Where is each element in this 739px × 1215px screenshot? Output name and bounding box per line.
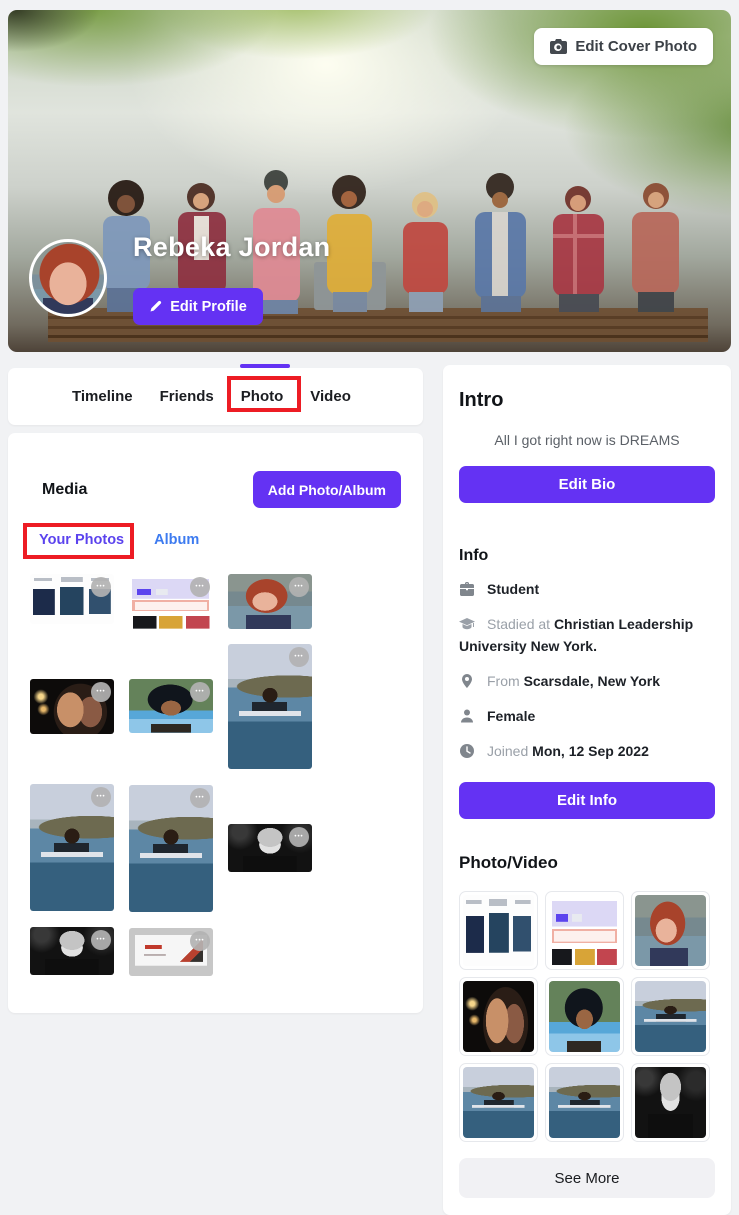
media-photo-afro-woman[interactable]: ••• xyxy=(129,679,213,733)
info-row-education: Stadied at Christian Leadership Universi… xyxy=(459,613,715,657)
profile-name: Rebeka Jordan xyxy=(133,232,330,263)
photo-options-button[interactable]: ••• xyxy=(190,788,210,808)
photo-options-button[interactable]: ••• xyxy=(289,577,309,597)
location-pin-icon xyxy=(459,673,475,689)
graduation-cap-icon xyxy=(459,616,475,632)
info-value: Student xyxy=(487,581,539,597)
avatar[interactable] xyxy=(29,239,107,317)
media-photo-feed-screenshot[interactable]: ••• xyxy=(30,574,114,624)
info-prefix: Stadied at xyxy=(487,616,554,632)
clock-icon xyxy=(459,743,475,759)
photo-options-button[interactable]: ••• xyxy=(190,577,210,597)
cover-photo: Edit Cover Photo Rebeka Jordan Edit Prof… xyxy=(8,10,731,352)
person-icon xyxy=(459,708,475,724)
photo-video-grid xyxy=(459,891,715,1142)
photo-video-thumbnail-candlelight-women[interactable] xyxy=(459,977,538,1056)
info-prefix: From xyxy=(487,673,524,689)
media-section: Media Add Photo/Album Your Photos Album … xyxy=(8,433,423,1013)
info-row-hometown: From Scarsdale, New York xyxy=(459,670,715,692)
media-photo-candlelight-women[interactable]: ••• xyxy=(30,679,114,734)
tab-timeline[interactable]: Timeline xyxy=(72,388,133,405)
info-row-work: Student xyxy=(459,578,715,600)
media-photo-bw-smiling-man[interactable]: ••• xyxy=(228,824,312,872)
filter-tab-your-photos[interactable]: Your Photos xyxy=(39,532,124,548)
surfer-image xyxy=(463,1067,534,1138)
photo-options-button[interactable]: ••• xyxy=(91,930,111,950)
photo-video-thumbnail-afro-woman[interactable] xyxy=(545,977,624,1056)
surfer-image xyxy=(635,981,706,1052)
bio-text: All I got right now is DREAMS xyxy=(459,432,715,448)
surfer-image xyxy=(549,1067,620,1138)
media-photo-surfer[interactable]: ••• xyxy=(129,785,213,912)
tab-friends[interactable]: Friends xyxy=(160,388,214,405)
info-value: Scarsdale, New York xyxy=(524,673,660,689)
tab-video[interactable]: Video xyxy=(310,388,351,405)
info-value: Female xyxy=(487,708,535,724)
bw-smiling-man-image xyxy=(635,1067,706,1138)
info-title: Info xyxy=(459,547,715,565)
info-row-joined: Joined Mon, 12 Sep 2022 xyxy=(459,740,715,762)
media-photo-surfer[interactable]: ••• xyxy=(228,644,312,769)
active-tab-indicator xyxy=(240,364,290,368)
edit-profile-button[interactable]: Edit Profile xyxy=(133,288,263,325)
photo-video-thumbnail-surfer[interactable] xyxy=(631,977,710,1056)
media-photo-grid: ••• ••• ••• ••• ••• ••• ••• ••• ••• ••• ••• xyxy=(30,574,401,976)
see-more-button[interactable]: See More xyxy=(459,1158,715,1198)
edit-bio-button[interactable]: Edit Bio xyxy=(459,466,715,503)
photo-video-thumbnail-bw-smiling-man[interactable] xyxy=(631,1063,710,1142)
photo-video-thumbnail-website-screenshot[interactable] xyxy=(545,891,624,970)
redhead-portrait-image xyxy=(635,895,706,966)
media-photo-bw-smiling-man[interactable]: ••• xyxy=(30,927,114,975)
profile-sidebar: Intro All I got right now is DREAMS Edit… xyxy=(443,365,731,1215)
edit-profile-label: Edit Profile xyxy=(170,299,247,315)
afro-woman-image xyxy=(549,981,620,1052)
candlelight-women-image xyxy=(463,981,534,1052)
photo-options-button[interactable]: ••• xyxy=(91,577,111,597)
filter-tab-album[interactable]: Album xyxy=(154,532,199,548)
pencil-icon xyxy=(149,300,162,313)
edit-info-button[interactable]: Edit Info xyxy=(459,782,715,819)
photo-options-button[interactable]: ••• xyxy=(289,827,309,847)
photo-options-button[interactable]: ••• xyxy=(190,931,210,951)
intro-title: Intro xyxy=(459,389,715,412)
photo-video-thumbnail-surfer[interactable] xyxy=(545,1063,624,1142)
briefcase-icon xyxy=(459,581,475,597)
camera-icon xyxy=(550,39,567,54)
profile-tabs-bar: Timeline Friends Photo Video xyxy=(8,368,423,425)
photo-video-thumbnail-feed-screenshot[interactable] xyxy=(459,891,538,970)
media-photo-website-screenshot[interactable]: ••• xyxy=(129,574,213,629)
photo-video-title: Photo/Video xyxy=(459,853,715,873)
feed-screenshot-image xyxy=(463,895,534,966)
photo-options-button[interactable]: ••• xyxy=(190,682,210,702)
add-photo-album-button[interactable]: Add Photo/Album xyxy=(253,471,401,508)
website-screenshot-image xyxy=(549,895,620,966)
edit-cover-photo-button[interactable]: Edit Cover Photo xyxy=(534,28,713,65)
media-photo-redhead-portrait[interactable]: ••• xyxy=(228,574,312,629)
tab-photo[interactable]: Photo xyxy=(241,388,284,405)
photo-video-thumbnail-surfer[interactable] xyxy=(459,1063,538,1142)
media-photo-marketing-banner[interactable]: ••• xyxy=(129,928,213,976)
edit-cover-photo-label: Edit Cover Photo xyxy=(575,38,697,55)
info-prefix: Joined xyxy=(487,743,532,759)
media-photo-surfer[interactable]: ••• xyxy=(30,784,114,911)
photo-options-button[interactable]: ••• xyxy=(91,787,111,807)
info-value: Mon, 12 Sep 2022 xyxy=(532,743,649,759)
media-title: Media xyxy=(30,481,87,499)
photo-video-thumbnail-redhead-portrait[interactable] xyxy=(631,891,710,970)
info-row-gender: Female xyxy=(459,705,715,727)
photo-options-button[interactable]: ••• xyxy=(289,647,309,667)
photo-options-button[interactable]: ••• xyxy=(91,682,111,702)
